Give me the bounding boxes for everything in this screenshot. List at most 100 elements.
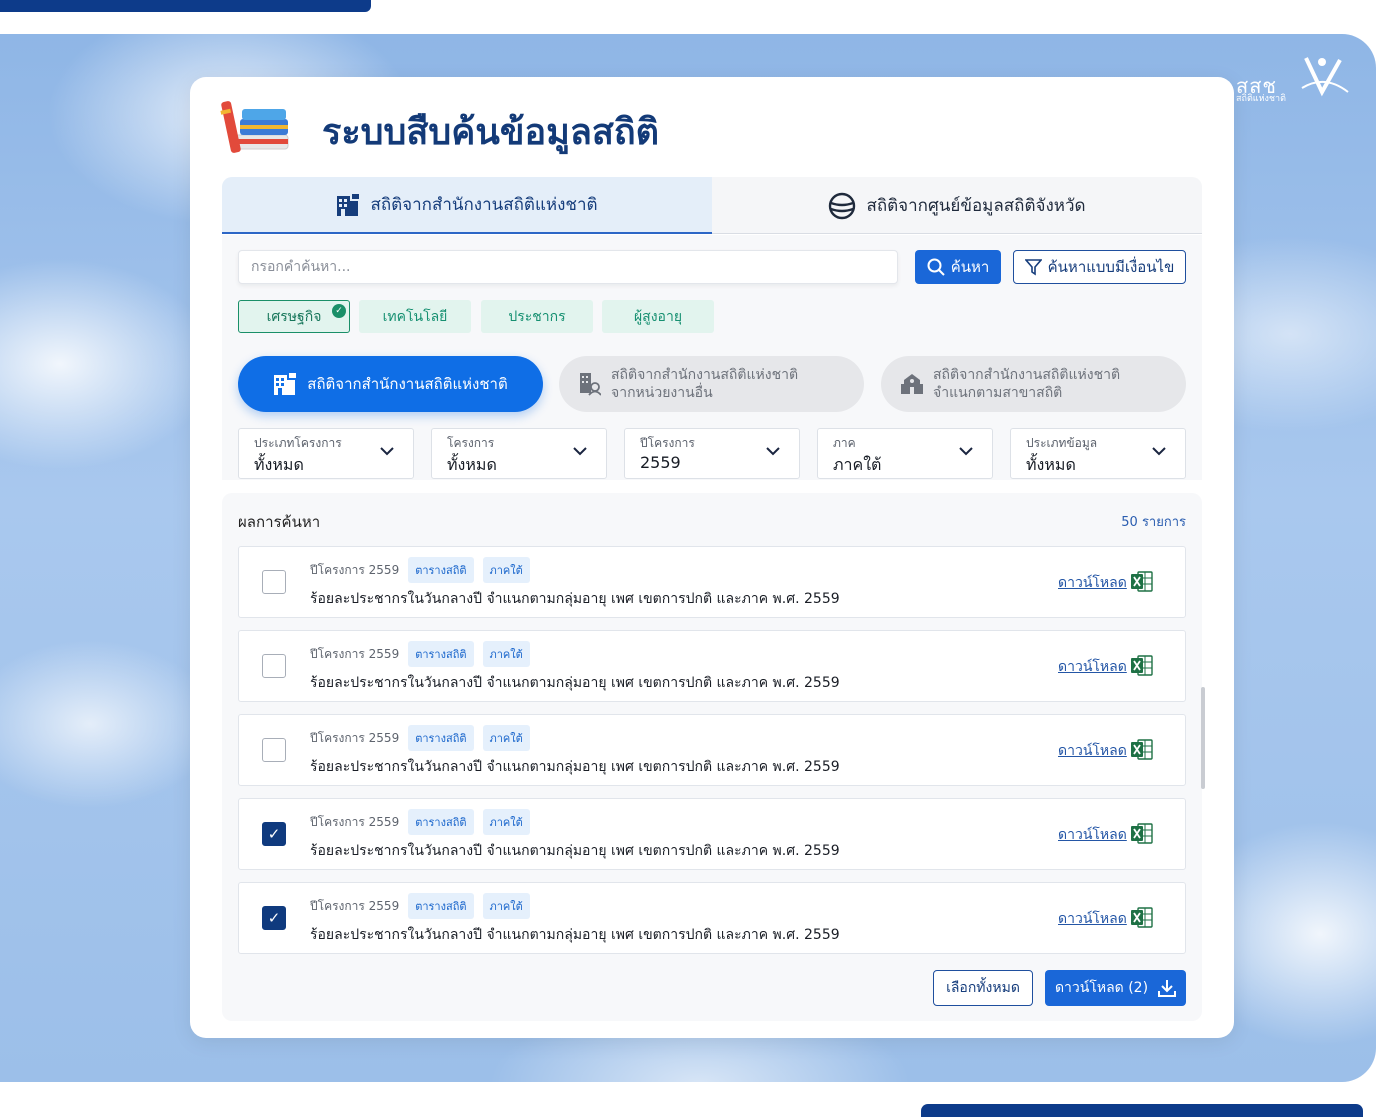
building-icon <box>337 193 360 216</box>
advanced-search-label: ค้นหาแบบมีเงื่อนไข <box>1047 258 1175 276</box>
category-chip-label: ประชากร <box>508 308 566 325</box>
row-year: ปีโครงการ 2559 <box>310 814 400 829</box>
tab-bar: สถิติจากสำนักงานสถิติแห่งชาติ สถิติจากศู… <box>222 177 1202 234</box>
search-input[interactable] <box>238 250 898 284</box>
row-title: ร้อยละประชากรในวันกลางปี จำแนกตามกลุ่มอา… <box>310 759 840 775</box>
brand-subtitle: สถิติแห่งชาติ <box>1236 94 1286 104</box>
row-download-link[interactable]: ดาวน์โหลด <box>1058 572 1127 594</box>
row-tag-type: ตารางสถิติ <box>408 725 474 751</box>
filter-project[interactable]: โครงการ ทั้งหมด <box>431 428 607 479</box>
source-pill-nso[interactable]: สถิติจากสำนักงานสถิติแห่งชาติ <box>238 356 543 412</box>
row-tag-type: ตารางสถิติ <box>408 557 474 583</box>
row-title: ร้อยละประชากรในวันกลางปี จำแนกตามกลุ่มอา… <box>310 675 840 691</box>
filter-region[interactable]: ภาค ภาคใต้ <box>817 428 993 479</box>
chevron-down-icon <box>959 447 973 456</box>
filter-project-type[interactable]: ประเภทโครงการ ทั้งหมด <box>238 428 414 479</box>
select-all-button[interactable]: เลือกทั้งหมด <box>933 970 1033 1006</box>
filter-value: 2559 <box>640 453 681 472</box>
source-pill-label: สถิติจากสำนักงานสถิติแห่งชาติ <box>307 375 508 393</box>
brand-mark-icon <box>1301 57 1349 97</box>
chevron-down-icon <box>573 447 587 456</box>
excel-icon[interactable] <box>1131 739 1153 760</box>
row-title: ร้อยละประชากรในวันกลางปี จำแนกตามกลุ่มอา… <box>310 927 840 943</box>
excel-icon[interactable] <box>1131 907 1153 928</box>
row-tag-type: ตารางสถิติ <box>408 893 474 919</box>
main-card: ระบบสืบค้นข้อมูลสถิติ สถิติจากสำนักงานสถ… <box>190 77 1234 1038</box>
school-icon <box>901 374 923 394</box>
filter-value: ทั้งหมด <box>447 455 497 474</box>
filter-value: ภาคใต้ <box>833 455 882 474</box>
result-row: ✓ ปีโครงการ 2559 ตารางสถิติ ภาคใต้ ร้อยล… <box>238 798 1186 870</box>
filter-label: ประเภทโครงการ <box>254 436 342 450</box>
filter-data-type[interactable]: ประเภทข้อมูล ทั้งหมด <box>1010 428 1186 479</box>
row-checkbox[interactable] <box>262 654 286 678</box>
tab-provincial-statistics[interactable]: สถิติจากศูนย์ข้อมูลสถิติจังหวัด <box>712 177 1202 234</box>
row-year: ปีโครงการ 2559 <box>310 646 400 661</box>
source-pill-other-agencies[interactable]: สถิติจากสำนักงานสถิติแห่งชาติ จากหน่วยงา… <box>559 356 864 412</box>
globe-icon <box>829 192 856 219</box>
result-row: ปีโครงการ 2559 ตารางสถิติ ภาคใต้ ร้อยละป… <box>238 546 1186 618</box>
row-download-link[interactable]: ดาวน์โหลด <box>1058 824 1127 846</box>
tab-nso-statistics[interactable]: สถิติจากสำนักงานสถิติแห่งชาติ <box>222 177 712 234</box>
search-icon <box>927 258 945 276</box>
source-pill-by-branch[interactable]: สถิติจากสำนักงานสถิติแห่งชาติ จำแนกตามสา… <box>881 356 1186 412</box>
row-title: ร้อยละประชากรในวันกลางปี จำแนกตามกลุ่มอา… <box>310 591 840 607</box>
row-download-link[interactable]: ดาวน์โหลด <box>1058 908 1127 930</box>
tab-label: สถิติจากสำนักงานสถิติแห่งชาติ <box>370 195 598 215</box>
row-year: ปีโครงการ 2559 <box>310 562 400 577</box>
category-chip-label: ผู้สูงอายุ <box>633 308 683 325</box>
row-checkbox[interactable] <box>262 738 286 762</box>
result-row: ปีโครงการ 2559 ตารางสถิติ ภาคใต้ ร้อยละป… <box>238 714 1186 786</box>
source-pill-line1: สถิติจากสำนักงานสถิติแห่งชาติ <box>611 367 799 383</box>
row-download-link[interactable]: ดาวน์โหลด <box>1058 656 1127 678</box>
row-download-link[interactable]: ดาวน์โหลด <box>1058 740 1127 762</box>
row-year: ปีโครงการ 2559 <box>310 730 400 745</box>
row-year: ปีโครงการ 2559 <box>310 898 400 913</box>
results-title: ผลการค้นหา <box>238 513 321 531</box>
result-row: ปีโครงการ 2559 ตารางสถิติ ภาคใต้ ร้อยละป… <box>238 630 1186 702</box>
scrollbar-thumb[interactable] <box>1201 687 1205 789</box>
filter-value: ทั้งหมด <box>254 455 304 474</box>
row-tag-region: ภาคใต้ <box>482 893 530 919</box>
chevron-down-icon <box>380 447 394 456</box>
row-checkbox-checked[interactable]: ✓ <box>262 822 286 846</box>
result-row: ✓ ปีโครงการ 2559 ตารางสถิติ ภาคใต้ ร้อยล… <box>238 882 1186 954</box>
download-selected-button[interactable]: ดาวน์โหลด (2) <box>1045 970 1186 1006</box>
download-icon <box>1158 980 1177 997</box>
row-tag-region: ภาคใต้ <box>482 725 530 751</box>
excel-icon[interactable] <box>1131 823 1153 844</box>
category-chip-label: เทคโนโลยี <box>382 308 448 325</box>
row-title: ร้อยละประชากรในวันกลางปี จำแนกตามกลุ่มอา… <box>310 843 840 859</box>
row-tag-region: ภาคใต้ <box>482 809 530 835</box>
row-tag-region: ภาคใต้ <box>482 641 530 667</box>
row-checkbox-checked[interactable]: ✓ <box>262 906 286 930</box>
search-button[interactable]: ค้นหา <box>915 250 1001 284</box>
chevron-down-icon <box>1152 447 1166 456</box>
building-icon <box>274 373 297 395</box>
filter-label: ประเภทข้อมูล <box>1026 436 1098 450</box>
category-chip-technology[interactable]: เทคโนโลยี <box>359 300 471 333</box>
brand-logo: สสช สถิติแห่งชาติ <box>1236 52 1352 104</box>
filter-label: โครงการ <box>447 436 495 450</box>
filter-label: ปีโครงการ <box>640 436 695 450</box>
filter-value: ทั้งหมด <box>1026 455 1076 474</box>
row-checkbox[interactable] <box>262 570 286 594</box>
advanced-search-button[interactable]: ค้นหาแบบมีเงื่อนไข <box>1013 250 1186 284</box>
excel-icon[interactable] <box>1131 655 1153 676</box>
filter-project-year[interactable]: ปีโครงการ 2559 <box>624 428 800 479</box>
search-button-label: ค้นหา <box>950 258 990 276</box>
download-selected-label: ดาวน์โหลด (2) <box>1054 980 1149 996</box>
category-chip-economy[interactable]: เศรษฐกิจ ✓ <box>238 300 350 333</box>
source-pill-line1: สถิติจากสำนักงานสถิติแห่งชาติ <box>933 367 1121 383</box>
tab-label: สถิติจากศูนย์ข้อมูลสถิติจังหวัด <box>866 196 1086 216</box>
category-chip-population[interactable]: ประชากร <box>481 300 593 333</box>
row-tag-region: ภาคใต้ <box>482 557 530 583</box>
results-panel: ผลการค้นหา 50 รายการ ปีโครงการ 2559 ตารา… <box>222 493 1202 1021</box>
filter-label: ภาค <box>833 436 856 450</box>
results-count: 50 รายการ <box>1121 515 1186 530</box>
category-chip-elderly[interactable]: ผู้สูงอายุ <box>602 300 714 333</box>
building-user-icon <box>580 373 601 396</box>
excel-icon[interactable] <box>1131 571 1153 592</box>
check-circle-icon: ✓ <box>332 304 346 318</box>
filter-icon <box>1024 258 1042 275</box>
